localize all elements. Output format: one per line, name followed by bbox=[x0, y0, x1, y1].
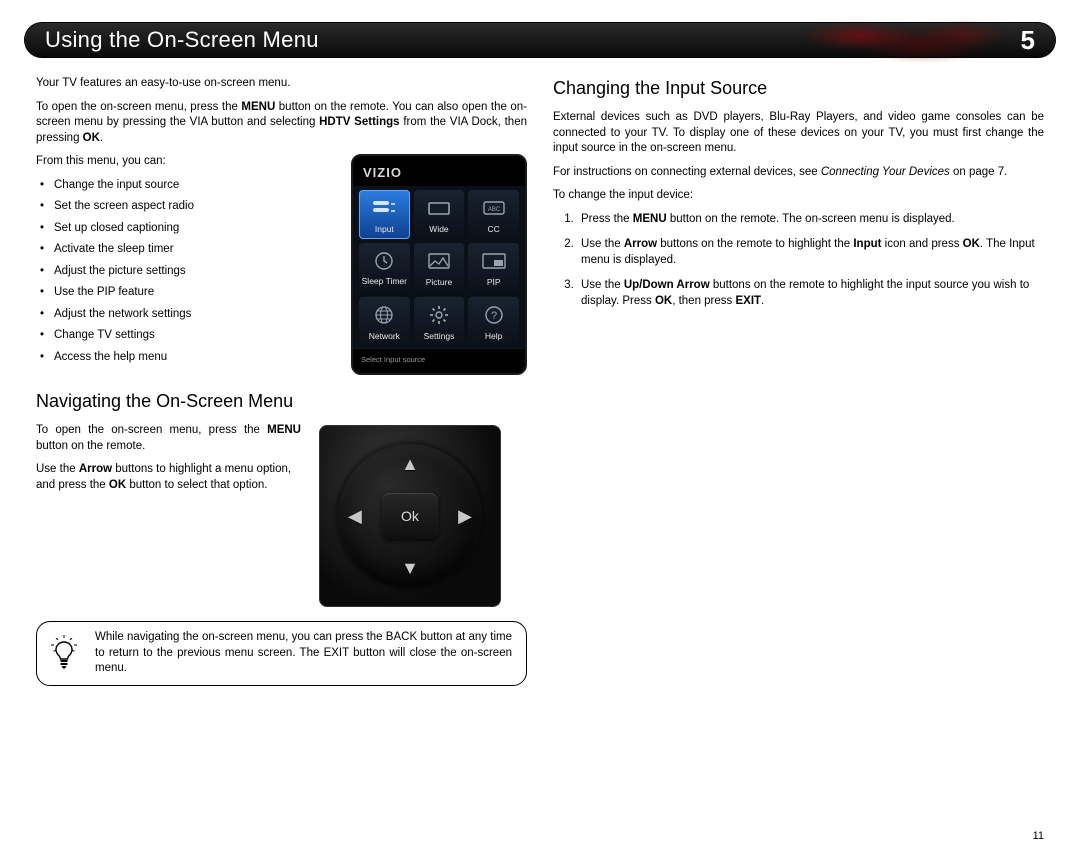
tv-footer-text: Select Input source bbox=[353, 348, 525, 373]
chapter-number: 5 bbox=[1021, 25, 1035, 56]
arrow-left-icon: ◀ bbox=[348, 504, 362, 528]
list-item: Access the help menu bbox=[54, 350, 333, 366]
tv-tile-cc: ABC CC bbox=[468, 190, 519, 239]
from-list-label: From this menu, you can: bbox=[36, 154, 333, 170]
nav-paragraph-1: To open the on-screen menu, press the ME… bbox=[36, 423, 301, 454]
remote-dpad-image: Ok ▲ ▼ ◀ ▶ bbox=[319, 425, 501, 607]
help-icon: ? bbox=[480, 303, 508, 327]
picture-icon bbox=[425, 249, 453, 273]
left-column: Your TV features an easy-to-use on-scree… bbox=[36, 76, 527, 686]
steps-list: Press the MENU button on the remote. The… bbox=[553, 212, 1044, 310]
arrow-down-icon: ▼ bbox=[401, 556, 419, 580]
list-item: Set up closed captioning bbox=[54, 221, 333, 237]
tv-tile-settings: Settings bbox=[414, 297, 465, 346]
wide-icon bbox=[425, 196, 453, 220]
pip-icon bbox=[480, 249, 508, 273]
tip-callout: While navigating the on-screen menu, you… bbox=[36, 621, 527, 686]
gear-icon bbox=[425, 303, 453, 327]
intro-paragraph-2: To open the on-screen menu, press the ME… bbox=[36, 100, 527, 147]
ok-button-graphic: Ok bbox=[382, 493, 438, 539]
input-icon bbox=[370, 196, 398, 220]
feature-list: Change the input source Set the screen a… bbox=[36, 178, 333, 366]
tv-brand-label: VIZIO bbox=[353, 156, 525, 186]
tv-tile-sleep: Sleep Timer bbox=[359, 243, 410, 292]
list-item: Use the PIP feature bbox=[54, 285, 333, 301]
clock-icon bbox=[370, 249, 398, 273]
intro-paragraph-1: Your TV features an easy-to-use on-scree… bbox=[36, 76, 527, 92]
list-item: Set the screen aspect radio bbox=[54, 199, 333, 215]
tv-tile-help: ? Help bbox=[468, 297, 519, 346]
lightbulb-icon bbox=[47, 634, 81, 674]
chapter-header: Using the On-Screen Menu 5 bbox=[24, 22, 1056, 58]
list-item: Activate the sleep timer bbox=[54, 242, 333, 258]
globe-icon bbox=[370, 303, 398, 327]
svg-text:ABC: ABC bbox=[487, 207, 500, 213]
tv-tile-pip: PIP bbox=[468, 243, 519, 292]
tv-tile-picture: Picture bbox=[414, 243, 465, 292]
tv-tile-network: Network bbox=[359, 297, 410, 346]
step-3: Use the Up/Down Arrow buttons on the rem… bbox=[577, 278, 1044, 309]
list-item: Adjust the network settings bbox=[54, 307, 333, 323]
arrow-up-icon: ▲ bbox=[401, 452, 419, 476]
page-number: 11 bbox=[1033, 830, 1044, 842]
step-2: Use the Arrow buttons on the remote to h… bbox=[577, 237, 1044, 268]
arrow-right-icon: ▶ bbox=[458, 504, 472, 528]
nav-paragraph-2: Use the Arrow buttons to highlight a men… bbox=[36, 462, 301, 493]
chapter-title: Using the On-Screen Menu bbox=[45, 27, 319, 53]
tv-tile-wide: Wide bbox=[414, 190, 465, 239]
right-p2: For instructions on connecting external … bbox=[553, 165, 1044, 181]
svg-text:?: ? bbox=[491, 310, 497, 322]
right-heading: Changing the Input Source bbox=[553, 76, 1044, 100]
header-decoration bbox=[755, 19, 1015, 61]
list-item: Adjust the picture settings bbox=[54, 264, 333, 280]
cc-icon: ABC bbox=[480, 196, 508, 220]
tv-tile-input: Input bbox=[359, 190, 410, 239]
right-p3: To change the input device: bbox=[553, 188, 1044, 204]
list-item: Change TV settings bbox=[54, 328, 333, 344]
step-1: Press the MENU button on the remote. The… bbox=[577, 212, 1044, 228]
nav-heading: Navigating the On-Screen Menu bbox=[36, 389, 527, 413]
right-column: Changing the Input Source External devic… bbox=[553, 76, 1044, 686]
list-item: Change the input source bbox=[54, 178, 333, 194]
tip-text: While navigating the on-screen menu, you… bbox=[95, 630, 512, 677]
tv-menu-screenshot: VIZIO Input Wide ABC CC bbox=[351, 154, 527, 375]
right-p1: External devices such as DVD players, Bl… bbox=[553, 110, 1044, 157]
